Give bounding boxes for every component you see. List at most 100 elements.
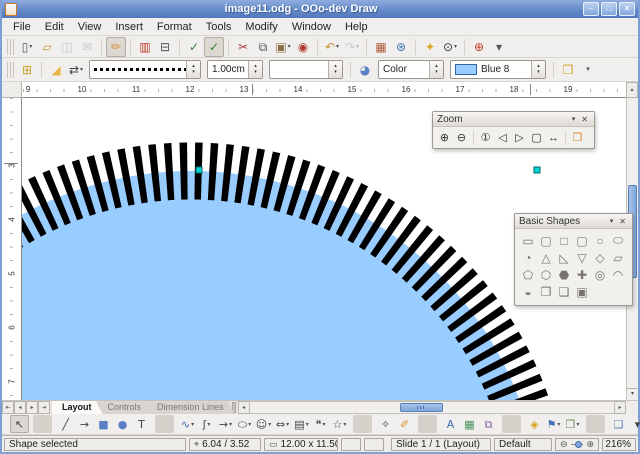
navigator-button[interactable]: ⊛ <box>391 37 411 57</box>
shape-rounded-rectangle[interactable]: ▢ <box>537 232 555 249</box>
shape-ellipse[interactable]: ⬭ <box>609 232 627 249</box>
View[interactable]: View <box>71 20 109 34</box>
Dimension Lines[interactable]: Dimension Lines <box>147 401 235 414</box>
arrange-button[interactable]: ❐ ▾ <box>563 415 582 433</box>
shape-pentagon[interactable]: ⬠ <box>519 266 537 283</box>
selected-shape[interactable] <box>22 171 541 400</box>
auto-spellcheck-button[interactable]: ✓ <box>204 37 224 57</box>
alignment-button[interactable]: ⚑ ▾ <box>544 415 563 433</box>
rectangle-button[interactable]: ■ <box>94 415 113 433</box>
shape-parallelogram[interactable]: ▱ <box>609 249 627 266</box>
shape-hexagon[interactable]: ⬡ <box>537 266 555 283</box>
edit-points-button[interactable]: ✧ <box>376 415 395 433</box>
zoom-page-width-button[interactable]: ↔ <box>545 129 562 146</box>
shape-frame[interactable]: ▣ <box>573 283 591 300</box>
connector-button[interactable]: ʃ ▾ <box>197 415 216 433</box>
Help[interactable]: Help <box>338 20 375 34</box>
spinner-icon[interactable]: ▴▾ <box>429 61 443 78</box>
spinner-icon[interactable]: ▴▾ <box>186 61 200 78</box>
line-color-select[interactable]: ▴▾ <box>269 60 343 79</box>
open-button[interactable]: ▱ <box>37 37 57 57</box>
shape-rectangle[interactable]: ▭ <box>519 232 537 249</box>
Window[interactable]: Window <box>285 20 338 34</box>
Insert[interactable]: Insert <box>108 20 150 34</box>
help-button[interactable]: ⊕ <box>469 37 489 57</box>
text-button[interactable]: T <box>132 415 151 433</box>
horizontal-ruler[interactable]: 910111213141516171819 <box>22 82 626 98</box>
shape-diamond[interactable]: ◇ <box>591 249 609 266</box>
gallery-button[interactable]: ⧉ <box>479 415 498 433</box>
line-dialog-button[interactable]: ◢ <box>46 60 66 80</box>
lines-arrows-button[interactable]: → ▾ <box>216 415 235 433</box>
shape-rounded-square[interactable]: ▢ <box>573 232 591 249</box>
toolbar-grip[interactable] <box>7 62 14 78</box>
document-as-email-button[interactable]: ✉ <box>77 37 97 57</box>
select-button[interactable]: ↖ <box>10 415 29 433</box>
Controls[interactable]: Controls <box>98 401 153 414</box>
zoom-palette-titlebar[interactable]: Zoom ▾ ✕ <box>433 112 594 127</box>
zoom-out-icon[interactable]: ⊖ <box>560 439 568 450</box>
copy-button[interactable]: ⧉ <box>253 37 273 57</box>
shadow-button[interactable]: ❐ <box>558 60 578 80</box>
Layout[interactable]: Layout <box>52 401 103 414</box>
zoom-slider-thumb[interactable] <box>575 441 582 448</box>
line-width-input[interactable]: 1.00cm ▴▾ <box>207 60 263 79</box>
shape-cube[interactable]: ❐ <box>537 283 555 300</box>
selection-handle[interactable] <box>534 167 540 173</box>
stars-button[interactable]: ☆ ▾ <box>330 415 349 433</box>
shape-trapezoid[interactable]: ▽ <box>573 249 591 266</box>
line-button[interactable]: ╱ <box>56 415 75 433</box>
shape-right-triangle[interactable]: ◺ <box>555 249 573 266</box>
toolbar-more-button[interactable]: ▾ <box>489 37 509 57</box>
basic-shapes-button[interactable]: ⬭ ▾ <box>235 415 254 433</box>
shape-circle[interactable]: ○ <box>591 232 609 249</box>
gallery-button[interactable]: ▦ <box>371 37 391 57</box>
zoom-slider[interactable]: ⊖ ⊕ <box>555 438 599 451</box>
shape-ring[interactable]: ◎ <box>591 266 609 283</box>
shape-isosceles-triangle[interactable]: △ <box>537 249 555 266</box>
zoom-entire-page-button[interactable]: ▢ <box>528 129 545 146</box>
horizontal-scrollbar[interactable]: ◂ ▸ <box>238 401 626 414</box>
basic-shapes-titlebar[interactable]: Basic Shapes ▾ ✕ <box>515 214 632 229</box>
object-zoom-button[interactable]: ❒ <box>569 129 586 146</box>
maximize-button[interactable]: □ <box>601 2 617 16</box>
edit-file-button[interactable]: ✏ <box>106 37 126 57</box>
vertical-ruler[interactable]: 34567 <box>2 98 22 400</box>
palette-close-icon[interactable]: ✕ <box>579 115 590 124</box>
flowchart-button[interactable]: ▤ ▾ <box>292 415 311 433</box>
spinner-icon[interactable]: ▴▾ <box>248 61 262 78</box>
zoom-100-button[interactable]: ① <box>477 129 494 146</box>
zoom-pan-button[interactable]: ✦ <box>420 37 440 57</box>
ellipse-button[interactable]: ● <box>113 415 132 433</box>
shape-cylinder[interactable]: ◒ <box>519 283 537 300</box>
zoom-level-field[interactable]: 216% <box>602 438 636 451</box>
scroll-down-button[interactable]: ▾ <box>627 388 638 400</box>
shape-folded-corner[interactable]: ❑ <box>555 283 573 300</box>
page-style-field[interactable]: Default <box>494 438 552 451</box>
export-pdf-button[interactable]: ▥ <box>135 37 155 57</box>
File[interactable]: File <box>6 20 38 34</box>
new-document-button[interactable]: ▯ ▾ <box>17 37 37 57</box>
zoom-out-button[interactable]: ⊖ <box>453 129 470 146</box>
palette-menu-icon[interactable]: ▾ <box>606 217 618 225</box>
fill-type-select[interactable]: Color ▴▾ <box>378 60 444 79</box>
zoom-next-button[interactable]: ▷ <box>511 129 528 146</box>
arrow-button[interactable]: → <box>75 415 94 433</box>
palette-close-icon[interactable]: ✕ <box>617 217 628 226</box>
Tools[interactable]: Tools <box>199 20 239 34</box>
selection-handle[interactable] <box>196 167 202 173</box>
toolbar-more-button[interactable]: ▾ <box>578 60 598 80</box>
extrusion-button[interactable]: ❑ <box>609 415 628 433</box>
zoom-button[interactable]: ⊙ ▾ <box>440 37 460 57</box>
horizontal-scroll-track[interactable] <box>250 401 614 414</box>
undo-button[interactable]: ↶ ▾ <box>322 37 342 57</box>
Format[interactable]: Format <box>150 20 199 34</box>
styles-button[interactable]: ⊞ <box>17 60 37 80</box>
glue-points-button[interactable]: ✐ <box>395 415 414 433</box>
close-button[interactable]: ✕ <box>619 2 635 16</box>
insert-picture-button[interactable]: ▦ <box>460 415 479 433</box>
cut-button[interactable]: ✂ <box>233 37 253 57</box>
shape-circle-pie[interactable]: ◔ <box>519 249 537 266</box>
shape-octagon[interactable]: ⬣ <box>555 266 573 283</box>
shape-cross[interactable]: ✚ <box>573 266 591 283</box>
